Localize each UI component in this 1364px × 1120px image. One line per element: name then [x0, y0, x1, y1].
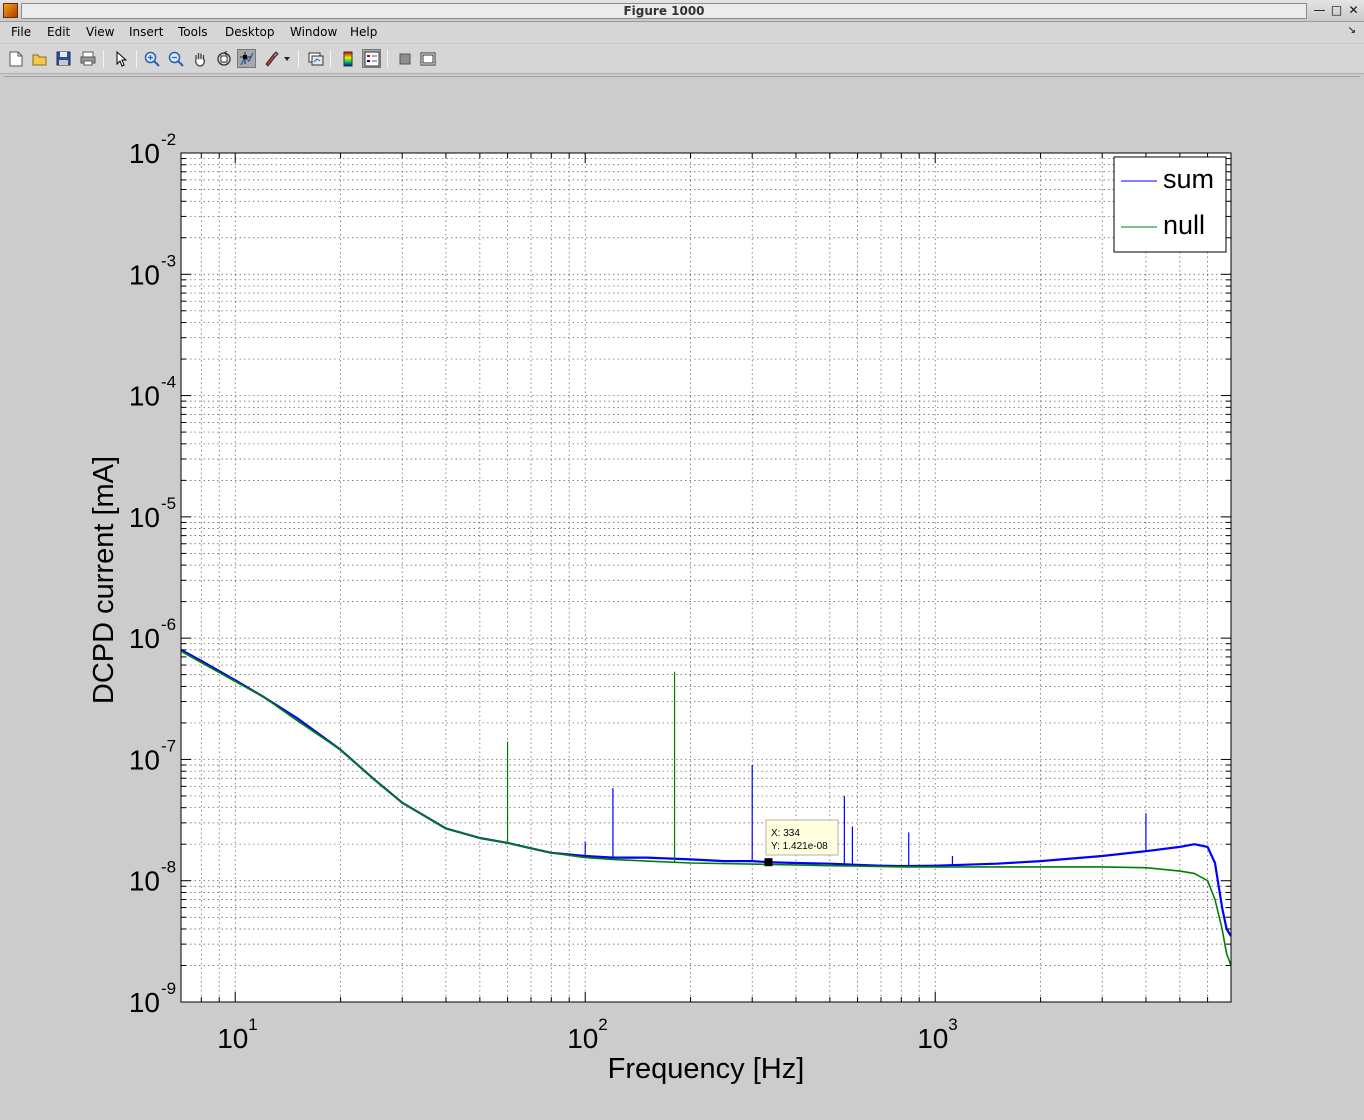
y-tick-label: 10	[129, 138, 160, 169]
y-tick-label: 10	[129, 502, 160, 533]
figure-window: Figure 1000 — □ ✕ File Edit View Insert …	[0, 0, 1364, 1120]
spectrum-chart: 10 1 10 2 10 310 -910 -810 -710 -610 -510 -410 -310-…	[88, 130, 1232, 1085]
y-tick-exponent: -8	[161, 858, 176, 877]
y-tick-exponent: -2	[161, 130, 176, 149]
y-tick-exponent: -7	[161, 736, 176, 755]
y-tick-exponent: -5	[161, 494, 176, 513]
y-tick-label: 10	[129, 866, 160, 897]
y-tick-label: 10	[129, 259, 160, 290]
y-tick-exponent: -4	[161, 373, 176, 392]
x-tick-exponent: 3	[948, 1015, 957, 1034]
x-tick-exponent: 2	[598, 1015, 607, 1034]
legend-label-sum: sum	[1163, 164, 1214, 194]
data-tip-marker[interactable]	[764, 858, 773, 867]
y-tick-exponent: -3	[161, 251, 176, 270]
y-tick-exponent: -6	[161, 615, 176, 634]
y-tick-label: 10	[129, 987, 160, 1018]
x-tick-exponent: 1	[248, 1015, 257, 1034]
y-tick-label: 10	[129, 381, 160, 412]
data-tip-y: Y: 1.421e-08	[771, 841, 828, 852]
y-tick-label: 10	[129, 744, 160, 775]
x-tick-label: 10	[917, 1023, 948, 1054]
data-tip-x: X: 334	[771, 828, 800, 839]
plot-area	[181, 153, 1231, 1002]
x-tick-label: 10	[567, 1023, 598, 1054]
x-tick-label: 10	[217, 1023, 248, 1054]
legend[interactable]: sum null	[1113, 156, 1227, 253]
y-tick-exponent: -9	[161, 979, 176, 998]
x-axis-label: Frequency [Hz]	[608, 1053, 805, 1085]
y-axis-label: DCPD current [mA]	[88, 456, 120, 704]
legend-label-null: null	[1163, 210, 1205, 240]
y-tick-label: 10	[129, 623, 160, 654]
